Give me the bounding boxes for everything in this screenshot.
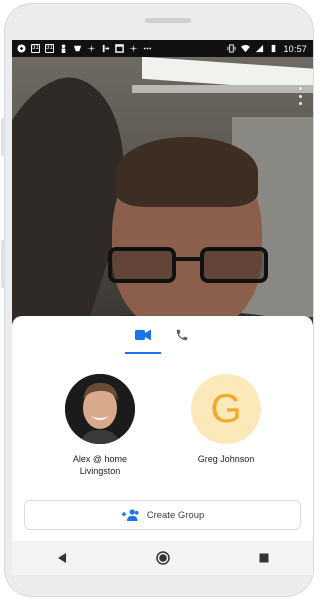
user-glasses (108, 247, 268, 287)
contacts-sheet: Alex @ home Livingston G Greg Johnson Cr… (12, 316, 313, 575)
window-icon (115, 44, 124, 53)
ceiling-panel (132, 85, 313, 93)
contact-name: Greg Johnson (171, 453, 281, 465)
phone-icon (176, 329, 188, 341)
back-icon[interactable] (57, 553, 67, 563)
contacts-row: Alex @ home Livingston G Greg Johnson (12, 374, 313, 484)
status-bar: 31 31 10:57 (12, 40, 313, 57)
clock: 10:57 (283, 43, 307, 54)
tab-video[interactable] (123, 322, 163, 348)
pinwheel-icon (87, 44, 96, 53)
calendar-icon: 31 (31, 44, 40, 53)
person-icon (61, 44, 66, 53)
power-button (1, 240, 5, 288)
contact-name-line2: Livingston (79, 466, 121, 476)
create-group-button[interactable]: Create Group (24, 500, 301, 530)
contact-alex[interactable]: Alex @ home Livingston (45, 374, 155, 477)
signal-icon (256, 44, 264, 53)
home-icon[interactable] (155, 551, 170, 565)
tab-voice[interactable] (162, 322, 202, 348)
avatar: G (191, 374, 261, 444)
avatar-photo (65, 374, 135, 444)
user-hair (116, 137, 258, 207)
recents-icon[interactable] (259, 553, 269, 563)
fitness-icon (102, 44, 110, 53)
create-group-label: Create Group (146, 509, 205, 521)
phone-speaker (145, 18, 191, 23)
wifi-icon (241, 44, 251, 53)
volume-button (1, 118, 5, 156)
more-notifications-icon (143, 47, 152, 50)
battery-icon (272, 44, 276, 53)
vibrate-icon (227, 44, 237, 53)
video-icon (135, 329, 151, 341)
add-group-icon (121, 509, 139, 521)
nfl-icon (73, 45, 82, 52)
contact-greg[interactable]: G Greg Johnson (171, 374, 281, 465)
android-nav-bar (12, 541, 313, 575)
call-type-tabs (12, 316, 313, 356)
avatar (65, 374, 135, 444)
more-options-icon[interactable] (297, 87, 303, 105)
selected-tab-indicator (125, 352, 161, 354)
calendar-icon-2: 31 (45, 44, 54, 53)
pinwheel-icon-2 (129, 44, 138, 53)
contact-name: Alex @ home Livingston (45, 453, 155, 477)
contact-name-line1: Alex @ home (72, 454, 128, 464)
device-screen: 31 31 10:57 Alex @ home Livingston G Gre… (12, 40, 313, 575)
avatar-letter: G (210, 387, 242, 431)
camera-preview (12, 57, 313, 322)
duo-notification-icon (17, 44, 26, 53)
contact-name-line1: Greg Johnson (197, 454, 255, 464)
